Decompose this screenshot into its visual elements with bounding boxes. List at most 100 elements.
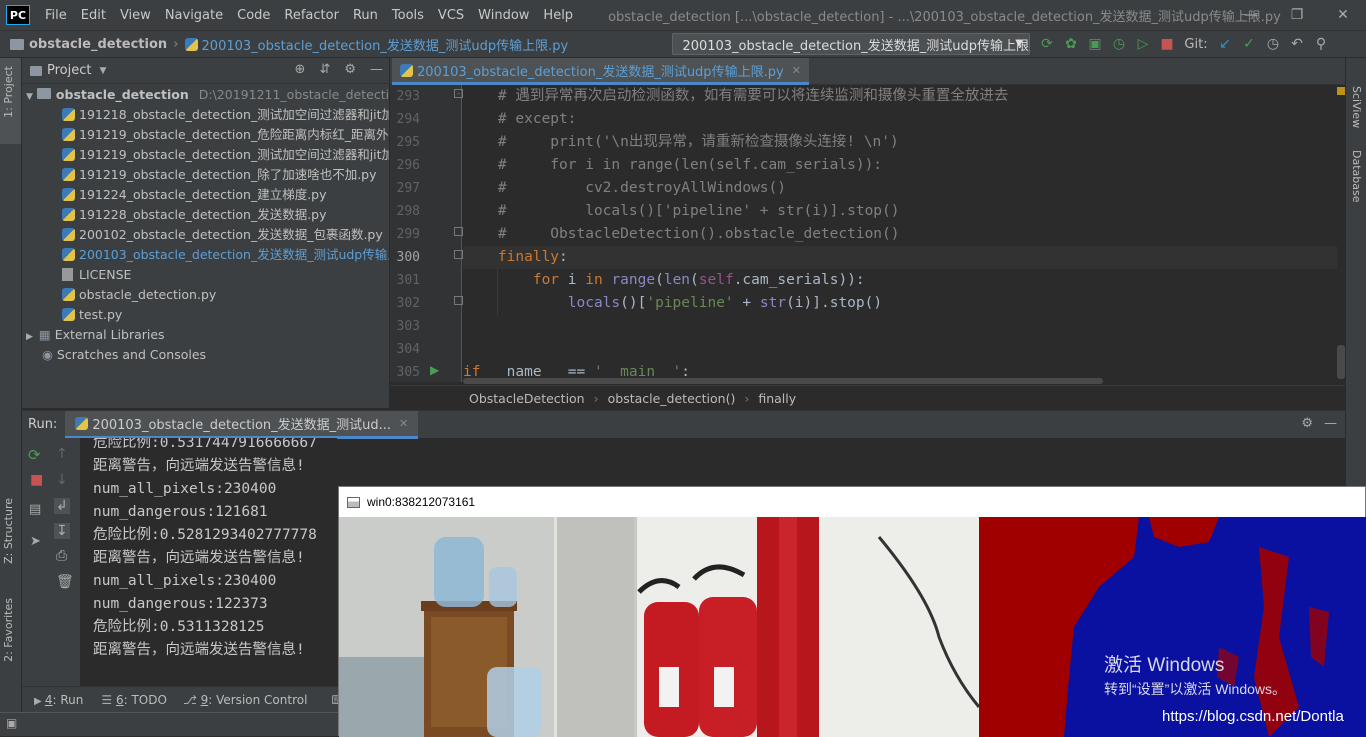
nav-project[interactable]: obstacle_detection — [29, 37, 167, 52]
code-cam-serials: .cam_serials)): — [734, 272, 865, 288]
tree-file[interactable]: 191219_obstacle_detection_除了加速啥也不加.py — [22, 165, 389, 185]
tool-tab-sciview[interactable]: SciView — [1350, 86, 1363, 128]
gear-icon[interactable]: ⚙ — [1301, 416, 1313, 431]
horizontal-scroll-thumb[interactable] — [463, 378, 1103, 384]
warning-marker[interactable] — [1337, 87, 1345, 95]
python-file-icon — [62, 188, 75, 201]
tree-file[interactable]: 191218_obstacle_detection_测试加空间过滤器和jit加速… — [22, 105, 389, 125]
tree-file[interactable]: obstacle_detection.py — [22, 285, 389, 305]
arrow-down-icon[interactable]: ↓ — [56, 472, 68, 488]
tree-file[interactable]: LICENSE — [22, 265, 389, 285]
close-tab-icon[interactable]: ✕ — [792, 64, 801, 77]
camera-color-image — [339, 517, 979, 737]
folder-icon — [37, 88, 51, 99]
opencv-window-titlebar[interactable]: win0:838212073161 — [339, 487, 1365, 517]
pin-icon[interactable]: ➤ — [30, 534, 41, 549]
nav-file[interactable]: 200103_obstacle_detection_发送数据_测试udp传输上限… — [202, 35, 569, 54]
menu-refactor[interactable]: Refactor — [277, 8, 346, 23]
tool-tab-run[interactable]: ▶ 4: Run — [34, 693, 83, 707]
project-view-icon — [30, 66, 42, 76]
menu-vcs[interactable]: VCS — [431, 8, 471, 23]
breadcrumb-class[interactable]: ObstacleDetection — [469, 391, 585, 406]
editor-tab-active[interactable]: 200103_obstacle_detection_发送数据_测试udp传输上限… — [392, 58, 809, 85]
menu-code[interactable]: Code — [230, 8, 277, 23]
tree-file[interactable]: test.py — [22, 305, 389, 325]
file-label: 191219_obstacle_detection_测试加空间过滤器和jit加速… — [79, 147, 389, 162]
run-icon: ▶ — [34, 696, 45, 707]
toggle-tool-windows-icon[interactable]: ▣ — [6, 716, 17, 730]
fold-icon[interactable] — [454, 227, 463, 236]
breadcrumb-method[interactable]: obstacle_detection() — [608, 391, 736, 406]
menu-window[interactable]: Window — [471, 8, 536, 23]
menu-edit[interactable]: Edit — [74, 8, 113, 23]
tool-tab-project[interactable]: 1: Project — [2, 66, 15, 118]
run-gutter-icon[interactable]: ▶ — [430, 363, 439, 377]
window-controls: — ❐ ✕ — [1228, 0, 1366, 30]
print-icon[interactable]: ⎙ — [56, 548, 67, 564]
menu-view[interactable]: View — [113, 8, 158, 23]
code-editor[interactable]: # 遇到异常再次启动检测函数，如有需要可以将连续监测和摄像头重置全放进去 # e… — [463, 85, 1337, 382]
locate-icon[interactable]: ⊕ — [295, 62, 306, 77]
run-panel-header: Run: 200103_obstacle_detection_发送数据_测试ud… — [22, 410, 1345, 438]
editor-scrollbar-markers[interactable] — [1337, 85, 1345, 382]
debug-icon[interactable]: ✿ — [1060, 33, 1082, 55]
tool-tab-structure[interactable]: Z: Structure — [2, 498, 15, 564]
search-icon[interactable]: ⚲ — [1310, 33, 1332, 55]
layout-icon[interactable]: ▤ — [29, 502, 41, 517]
rerun-icon[interactable]: ⟳ — [28, 446, 41, 464]
editor-gutter: 293 294 295 296 297 298 299 300 301 302 … — [390, 85, 462, 382]
hide-icon[interactable]: — — [370, 62, 383, 77]
trash-icon[interactable]: 🗑 — [56, 574, 74, 590]
revert-icon[interactable]: ↶ — [1286, 33, 1308, 55]
depth-map-image — [979, 517, 1366, 737]
tree-file-selected[interactable]: 200103_obstacle_detection_发送数据_测试udp传输上限… — [22, 245, 389, 265]
close-icon[interactable]: ✕ — [1320, 0, 1366, 30]
tree-file[interactable]: 200102_obstacle_detection_发送数据_包裹函数.py — [22, 225, 389, 245]
scroll-thumb[interactable] — [1337, 345, 1345, 379]
vcs-update-icon[interactable]: ↙ — [1214, 33, 1236, 55]
stop-icon[interactable]: ■ — [1156, 33, 1178, 55]
vcs-commit-icon[interactable]: ✓ — [1238, 33, 1260, 55]
menu-navigate[interactable]: Navigate — [158, 8, 230, 23]
gear-icon[interactable]: ⚙ — [344, 62, 356, 77]
breadcrumb-block[interactable]: finally — [758, 391, 796, 406]
fold-icon[interactable] — [454, 250, 463, 259]
rerun-icon[interactable]: ⟳ — [1036, 33, 1058, 55]
scroll-to-end-icon[interactable]: ↧ — [54, 523, 70, 539]
stop-icon[interactable]: ■ — [30, 472, 43, 488]
tree-file[interactable]: 191228_obstacle_detection_发送数据.py — [22, 205, 389, 225]
menu-run[interactable]: Run — [346, 8, 385, 23]
collapse-all-icon[interactable]: ⇵ — [319, 62, 330, 77]
console-output[interactable]: 危险比例:0.5317447916666667 距离警告，向远端发送告警信息! … — [80, 438, 337, 686]
restore-icon[interactable]: ❐ — [1274, 0, 1320, 30]
tree-file[interactable]: 191224_obstacle_detection_建立梯度.py — [22, 185, 389, 205]
run-configuration-select[interactable]: 200103_obstacle_detection_发送数据_测试udp传输上限… — [672, 33, 1030, 55]
menu-help[interactable]: Help — [536, 8, 580, 23]
soft-wrap-icon[interactable]: ↲ — [54, 498, 70, 514]
tool-tab-database[interactable]: Database — [1350, 150, 1363, 203]
run-tab[interactable]: 200103_obstacle_detection_发送数据_测试ud... ✕ — [65, 411, 418, 439]
run-concurrency-icon[interactable]: ▷ — [1132, 33, 1154, 55]
coverage-icon[interactable]: ▣ — [1084, 33, 1106, 55]
tree-scratches[interactable]: ◉Scratches and Consoles — [22, 345, 389, 365]
tree-external-libraries[interactable]: ▶▦External Libraries — [22, 325, 389, 345]
fold-icon[interactable]: - — [454, 89, 463, 98]
menu-file[interactable]: File — [38, 8, 74, 23]
tree-root[interactable]: ▼obstacle_detection D:\20191211_obstacle… — [22, 85, 389, 105]
hide-icon[interactable]: — — [1324, 416, 1337, 431]
project-panel-title[interactable]: Project — [47, 63, 91, 78]
tree-file[interactable]: 191219_obstacle_detection_危险距离内标红_距离外标绿 — [22, 125, 389, 145]
tool-tab-todo[interactable]: ☰ 6: TODO — [101, 693, 167, 707]
history-icon[interactable]: ◷ — [1262, 33, 1284, 55]
close-tab-icon[interactable]: ✕ — [399, 417, 408, 430]
fold-icon[interactable] — [454, 296, 463, 305]
code-line: # ObstacleDetection().obstacle_detection… — [463, 223, 1337, 246]
tool-tab-version-control[interactable]: ⎇ 9: Version Control — [183, 693, 307, 707]
arrow-up-icon[interactable]: ↑ — [56, 446, 68, 462]
chevron-down-icon[interactable]: ▼ — [99, 66, 106, 76]
minimize-icon[interactable]: — — [1228, 0, 1274, 30]
tool-tab-favorites[interactable]: 2: Favorites — [2, 598, 15, 662]
menu-tools[interactable]: Tools — [385, 8, 431, 23]
tree-file[interactable]: 191219_obstacle_detection_测试加空间过滤器和jit加速… — [22, 145, 389, 165]
profile-icon[interactable]: ◷ — [1108, 33, 1130, 55]
